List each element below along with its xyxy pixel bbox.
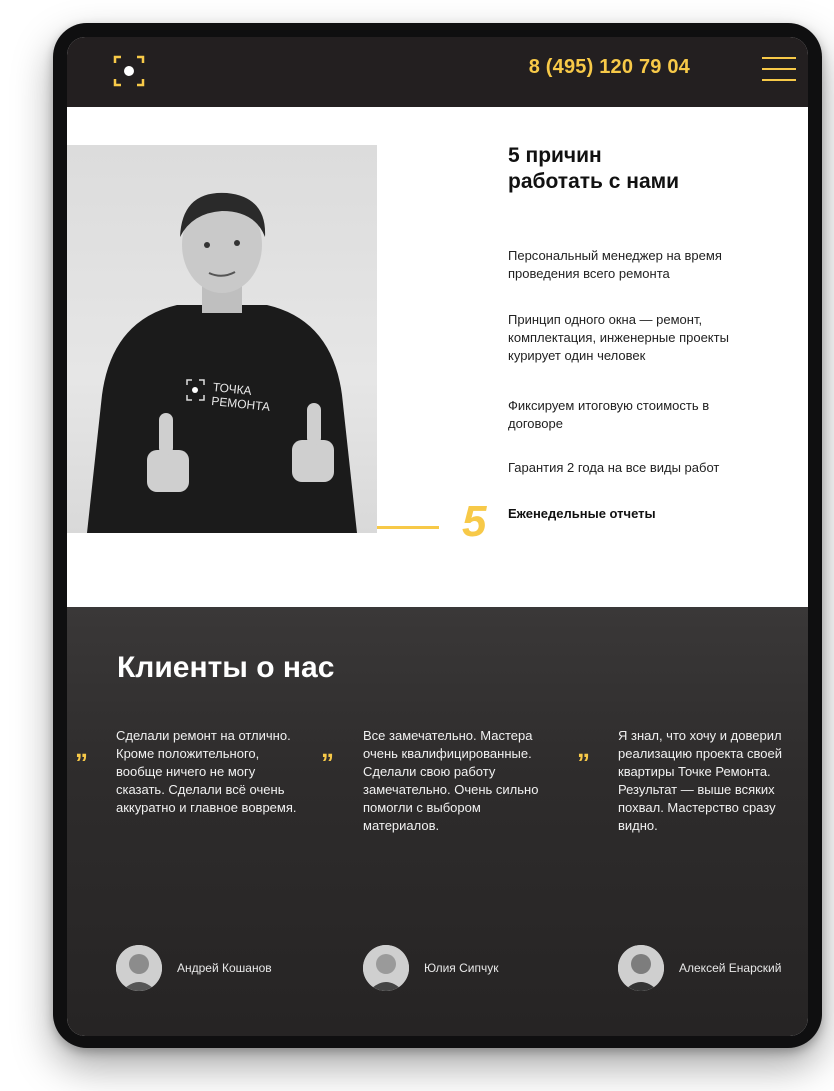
shirt-print-text: ТОЧКА РЕМОНТА [211, 380, 273, 414]
reviews-title: Клиенты о нас [117, 651, 335, 684]
review-author: Алексей Енарский [679, 961, 782, 975]
hamburger-menu-icon[interactable] [762, 57, 796, 83]
reason-item[interactable]: Гарантия 2 года на все виды работ [508, 459, 758, 477]
quote-icon: „ [75, 733, 88, 763]
reason-item[interactable]: Фиксируем итоговую стоимость в договоре [508, 397, 758, 433]
reasons-title-line1: 5 причин [508, 144, 602, 167]
site-header: 8 (495) 120 79 04 [67, 37, 808, 107]
reasons-section: ТОЧКА РЕМОНТА 5 5 причин работать с нами… [67, 107, 808, 607]
review-author: Андрей Кошанов [177, 961, 272, 975]
reasons-title-line2: работать с нами [508, 170, 680, 193]
reason-item-active[interactable]: Еженедельные отчеты [508, 505, 758, 523]
reason-item[interactable]: Принцип одного окна — ремонт, комплектац… [508, 311, 758, 365]
focus-dot-logo-icon[interactable] [111, 53, 147, 89]
reason-indicator-line [377, 526, 439, 529]
employee-photo: ТОЧКА РЕМОНТА [67, 145, 377, 533]
active-reason-number: 5 [462, 497, 487, 546]
review-text: Все замечательно. Мастера очень квалифиц… [363, 728, 539, 833]
avatar [363, 945, 409, 991]
phone-number-link[interactable]: 8 (495) 120 79 04 [529, 56, 690, 79]
avatar [618, 945, 664, 991]
quote-icon: „ [577, 733, 590, 763]
page-screen: 8 (495) 120 79 04 ТОЧКА РЕМОНТА 5 5 прич… [67, 37, 808, 1036]
review-text: Я знал, что хочу и доверил реализацию пр… [618, 728, 782, 833]
reasons-title: 5 причин работать с нами [508, 143, 758, 195]
reason-item[interactable]: Персональный менеджер на время проведени… [508, 247, 758, 283]
quote-icon: „ [321, 733, 334, 763]
reviews-section: Клиенты о нас „ Сделали ремонт на отличн… [67, 607, 808, 1036]
employee-illustration [87, 192, 357, 533]
review-text: Сделали ремонт на отлично. Кроме положит… [116, 728, 297, 815]
avatar [116, 945, 162, 991]
review-author: Юлия Сипчук [424, 961, 499, 975]
